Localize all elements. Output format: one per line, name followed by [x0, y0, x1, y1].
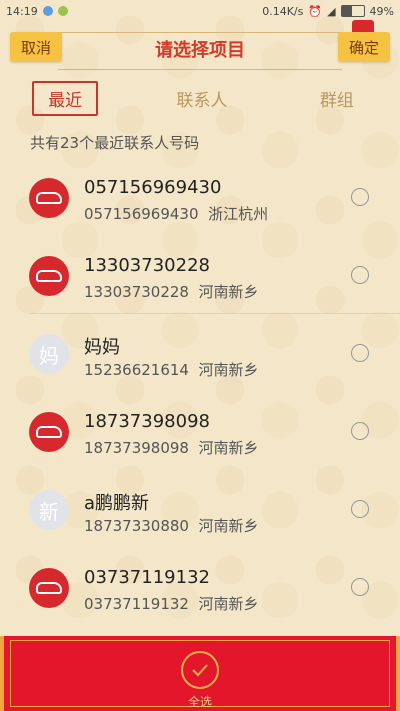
tab-bar: 最近 联系人 群组 [0, 80, 400, 116]
avatar [29, 568, 69, 608]
contact-region: 河南新乡 [198, 361, 259, 379]
list-item[interactable]: 03737119132 03737119132 河南新乡 [0, 548, 400, 626]
list-item[interactable]: 18737398098 18737398098 河南新乡 [0, 392, 400, 470]
list-item[interactable]: 057156969430 057156969430 浙江杭州 [0, 158, 400, 236]
app-notification-icon [42, 6, 53, 16]
header: 取消 请选择项目 确定 [0, 20, 400, 70]
checkmark-icon [192, 664, 208, 677]
car-icon [36, 270, 62, 282]
contact-list: 057156969430 057156969430 浙江杭州 133037302… [0, 158, 400, 626]
contact-name: 18737398098 [84, 411, 210, 432]
contact-detail: 03737119132 河南新乡 [84, 593, 259, 614]
app-notification-icon-2 [57, 6, 68, 16]
wifi-icon: ◢ [327, 4, 336, 18]
contact-region: 河南新乡 [198, 517, 259, 535]
avatar [29, 178, 69, 218]
select-radio[interactable] [351, 578, 369, 596]
contact-number: 18737330880 [84, 517, 189, 535]
select-radio[interactable] [351, 188, 369, 206]
select-all-label: 全选 [187, 695, 212, 709]
contact-number: 18737398098 [84, 439, 189, 457]
contact-number: 03737119132 [84, 595, 189, 613]
contact-name: 13303730228 [84, 255, 210, 276]
list-item[interactable]: 妈 妈妈 15236621614 河南新乡 [0, 314, 400, 392]
contact-number: 15236621614 [84, 361, 189, 379]
car-icon [36, 192, 62, 204]
footer-bar: 全选 [0, 636, 400, 711]
confirm-button[interactable]: 确定 [338, 32, 390, 62]
contact-name: 057156969430 [84, 177, 222, 198]
tab-contacts[interactable]: 联系人 [162, 82, 241, 115]
network-speed: 0.14K/s [262, 4, 304, 18]
contact-name: 03737119132 [84, 567, 210, 588]
select-radio[interactable] [351, 500, 369, 518]
status-bar: 14:19 0.14K/s ⏰ ◢ 49% [0, 0, 400, 22]
contact-region: 河南新乡 [198, 595, 259, 613]
contact-detail: 057156969430 浙江杭州 [84, 203, 268, 224]
avatar: 新 [29, 490, 69, 530]
contact-detail: 18737398098 河南新乡 [84, 437, 259, 458]
select-radio[interactable] [351, 344, 369, 362]
contact-detail: 15236621614 河南新乡 [84, 359, 259, 380]
car-icon [36, 582, 62, 594]
car-icon [36, 426, 62, 438]
battery-icon [340, 5, 365, 17]
contact-region: 河南新乡 [198, 439, 259, 457]
select-radio[interactable] [351, 422, 369, 440]
tab-recent[interactable]: 最近 [32, 80, 99, 116]
list-item[interactable]: 13303730228 13303730228 河南新乡 [0, 236, 400, 314]
contact-name: 妈妈 [84, 337, 120, 358]
contact-number: 057156969430 [84, 205, 199, 223]
contact-detail: 13303730228 河南新乡 [84, 281, 259, 302]
contact-number: 13303730228 [84, 283, 189, 301]
tab-groups[interactable]: 群组 [306, 82, 368, 115]
status-time: 14:19 [6, 4, 38, 18]
contact-region: 河南新乡 [198, 283, 259, 301]
contact-region: 浙江杭州 [208, 205, 269, 223]
avatar: 妈 [29, 334, 69, 374]
select-radio[interactable] [351, 266, 369, 284]
contact-detail: 18737330880 河南新乡 [84, 515, 259, 536]
avatar [29, 256, 69, 296]
battery-percent: 49% [369, 4, 394, 18]
avatar [29, 412, 69, 452]
list-item[interactable]: 新 a鹏鹏新 18737330880 河南新乡 [0, 470, 400, 548]
alarm-icon: ⏰ [308, 4, 323, 18]
recent-count-summary: 共有23个最近联系人号码 [30, 134, 200, 152]
select-all-button[interactable] [181, 651, 219, 689]
contact-name: a鹏鹏新 [84, 493, 150, 514]
